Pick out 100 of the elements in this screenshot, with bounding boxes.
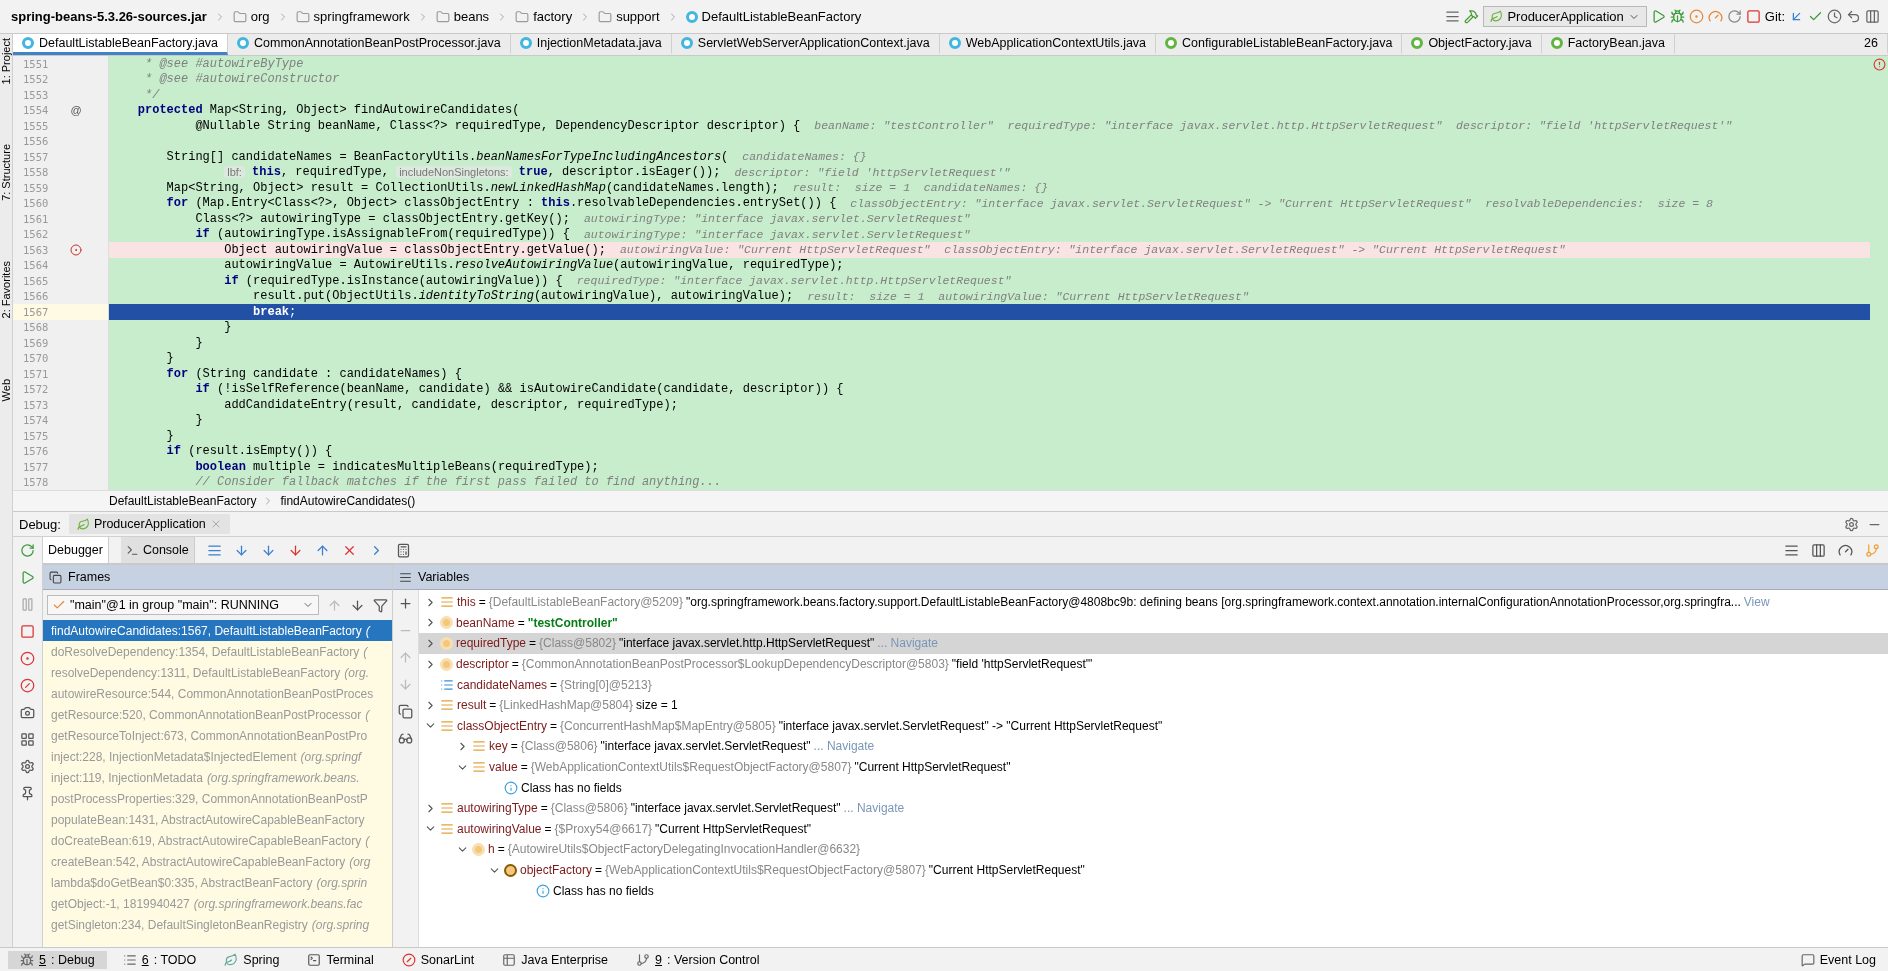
step-out-icon[interactable] (314, 542, 330, 558)
step-over-icon[interactable] (233, 542, 249, 558)
profile-icon[interactable] (1707, 9, 1723, 24)
variable-row[interactable]: autowiringType = {Class@5806} "interface javax.servlet.ServletRequest" ... Navigate (419, 797, 1888, 819)
tool-window-button[interactable]: Java Enterprise (490, 950, 621, 969)
variable-row[interactable]: Class has no fields (419, 880, 1888, 901)
resume-icon[interactable] (20, 570, 35, 585)
revert-icon[interactable] (1846, 9, 1861, 24)
settings-icon[interactable] (1844, 516, 1859, 532)
editor-tab[interactable]: DefaultListableBeanFactory.java (13, 34, 229, 55)
run-icon[interactable] (1650, 9, 1666, 24)
variable-row[interactable]: h = {AutowireUtils$ObjectFactoryDelegatingInvocationHandler@6632} (419, 839, 1888, 860)
tool-window-button[interactable]: Spring (212, 950, 292, 969)
tool-window-button[interactable]: SonarLint (389, 950, 487, 969)
variable-row[interactable]: value = {WebApplicationContextUtils$RequestObjectFactory@5807} "Current HttpServletRequest" (419, 756, 1888, 778)
settings-icon[interactable] (20, 759, 35, 774)
watches-icon[interactable] (398, 731, 413, 746)
layout-icon[interactable] (1865, 9, 1880, 24)
pin-icon[interactable] (20, 786, 35, 801)
restore-layout-icon[interactable] (1784, 542, 1799, 558)
editor-tab[interactable]: ObjectFactory.java (1402, 34, 1542, 55)
tool-window-button[interactable]: 2: Favorites (0, 261, 12, 319)
parameter-hint: includeNonSingletons: (396, 166, 512, 179)
copy-icon[interactable] (398, 704, 413, 719)
tool-window-button[interactable]: 7: Structure (0, 144, 12, 202)
editor-tab[interactable]: ServletWebServerApplicationContext.java (671, 34, 940, 55)
variable-row[interactable]: objectFactory = {WebApplicationContextUtils$RequestObjectFactory@5807} "Current HttpServletRequest" (419, 859, 1888, 881)
mute-breakpoints-icon[interactable] (20, 678, 35, 693)
toolbar-icon[interactable] (1445, 9, 1461, 24)
breakpoint-icon[interactable] (70, 243, 82, 256)
breadcrumb[interactable]: org (229, 7, 273, 26)
camera-icon[interactable] (20, 705, 35, 720)
thread-dropdown[interactable]: "main"@1 in group "main": RUNNING (47, 595, 319, 615)
tool-window-button[interactable]: 1: Project (0, 38, 12, 85)
bug-icon[interactable] (20, 952, 34, 967)
breadcrumb[interactable]: DefaultListableBeanFactory (109, 494, 257, 508)
breadcrumb[interactable]: DefaultListableBeanFactory (682, 7, 865, 26)
debugger-tab[interactable]: Console (120, 537, 195, 563)
breadcrumb[interactable]: findAutowireCandidates() (280, 494, 416, 508)
force-step-into-icon[interactable] (287, 542, 303, 558)
variable-row[interactable]: autowiringValue = {$Proxy54@6617} "Current HttpServletRequest" (419, 818, 1888, 840)
breadcrumb[interactable]: factory (512, 7, 576, 26)
filter-icon[interactable] (373, 597, 388, 613)
coverage-icon[interactable] (1688, 9, 1704, 24)
variable-row[interactable]: Class has no fields (419, 777, 1888, 798)
event-log-button[interactable]: Event Log (1788, 950, 1888, 969)
list-icon[interactable] (122, 952, 137, 967)
variable-row[interactable]: key = {Class@5806} "interface javax.servlet.ServletRequest" ... Navigate (419, 736, 1888, 757)
editor-tab[interactable]: CommonAnnotationBeanPostProcessor.java (228, 34, 511, 55)
stop-icon[interactable] (20, 624, 35, 639)
editor-tab[interactable]: InjectionMetadata.java (510, 34, 672, 55)
table-icon[interactable] (502, 952, 517, 967)
tool-window-button[interactable]: Terminal (295, 950, 386, 969)
evaluate-icon[interactable] (395, 542, 411, 558)
leaf-icon[interactable] (224, 952, 239, 967)
variable-name: objectFactory (520, 863, 593, 877)
arrow-down-icon[interactable] (350, 597, 365, 613)
debug-icon[interactable] (1669, 9, 1685, 24)
variable-row[interactable]: classObjectEntry = {ConcurrentHashMap$MapEntry@5805} "interface javax.servlet.ServletRequest" -> "Current HttpServletRequest" (419, 715, 1888, 737)
step-into-icon[interactable] (260, 542, 276, 558)
session-tab[interactable]: ProducerApplication (68, 514, 230, 534)
variable-row[interactable]: requiredType = {Class@5802} "interface javax.servlet.http.HttpServletRequest" ... Navigate (419, 633, 1888, 654)
editor-tab[interactable]: WebApplicationContextUtils.java (939, 34, 1157, 55)
rerun-icon[interactable] (1726, 9, 1742, 24)
rerun-icon[interactable] (20, 543, 35, 558)
memory-icon[interactable] (1811, 542, 1826, 558)
tool-window-button[interactable]: 5 : Debug (8, 950, 107, 969)
history-icon[interactable] (1827, 9, 1842, 24)
layout-icon[interactable] (20, 732, 35, 747)
execution-point-icon[interactable] (206, 542, 222, 558)
error-icon[interactable] (1872, 58, 1886, 71)
tab-overflow-button[interactable]: 26 (1855, 34, 1888, 55)
breakpoints-icon[interactable] (20, 651, 35, 666)
variable-row[interactable]: descriptor = {CommonAnnotationBeanPostProcessor$LookupDependencyDescriptor@5803} "field 'httpServletRequest'" (419, 653, 1888, 675)
breadcrumb[interactable]: support (595, 7, 663, 26)
debugger-tab[interactable]: Debugger (43, 537, 109, 563)
event-log-icon[interactable] (1800, 952, 1815, 967)
add-icon[interactable] (398, 596, 413, 611)
code-text: true, descriptor.isEager()); (517, 165, 721, 180)
stack-frame[interactable]: findAutowireCandidates:1567, DefaultListableBeanFactory ( (43, 620, 392, 641)
variable-row[interactable]: result = {LinkedHashMap@5804} size = 1 (419, 694, 1888, 716)
variable-value: "interface javax.servlet.http.HttpServletRequest" (618, 636, 875, 651)
variable-row[interactable]: beanName = "testController" (419, 612, 1888, 634)
terminal-icon[interactable] (307, 952, 322, 967)
panel-title: Variables (418, 570, 470, 584)
gauge-icon[interactable] (1838, 542, 1853, 558)
editor-tab[interactable]: ConfigurableListableBeanFactory.java (1156, 34, 1403, 55)
breadcrumb[interactable]: spring-beans-5.3.26-sources.jar (8, 7, 210, 26)
tool-window-button[interactable]: 6 : TODO (110, 950, 209, 969)
breadcrumb[interactable]: springframework (292, 7, 413, 26)
tool-window-button[interactable]: Web (0, 378, 12, 402)
variable-row[interactable]: candidateNames = {String[0]@5213} (419, 674, 1888, 695)
sonar-icon[interactable] (401, 952, 416, 967)
run-configuration-dropdown[interactable]: ProducerApplication (1483, 6, 1647, 27)
editor-tab[interactable]: FactoryBean.java (1541, 34, 1675, 55)
breadcrumb[interactable]: beans (432, 7, 493, 26)
stop-icon[interactable] (1745, 9, 1761, 24)
tool-window-button[interactable]: 9 : Version Control (624, 950, 772, 969)
build-icon[interactable] (1464, 9, 1480, 24)
branch-icon[interactable] (636, 952, 651, 967)
